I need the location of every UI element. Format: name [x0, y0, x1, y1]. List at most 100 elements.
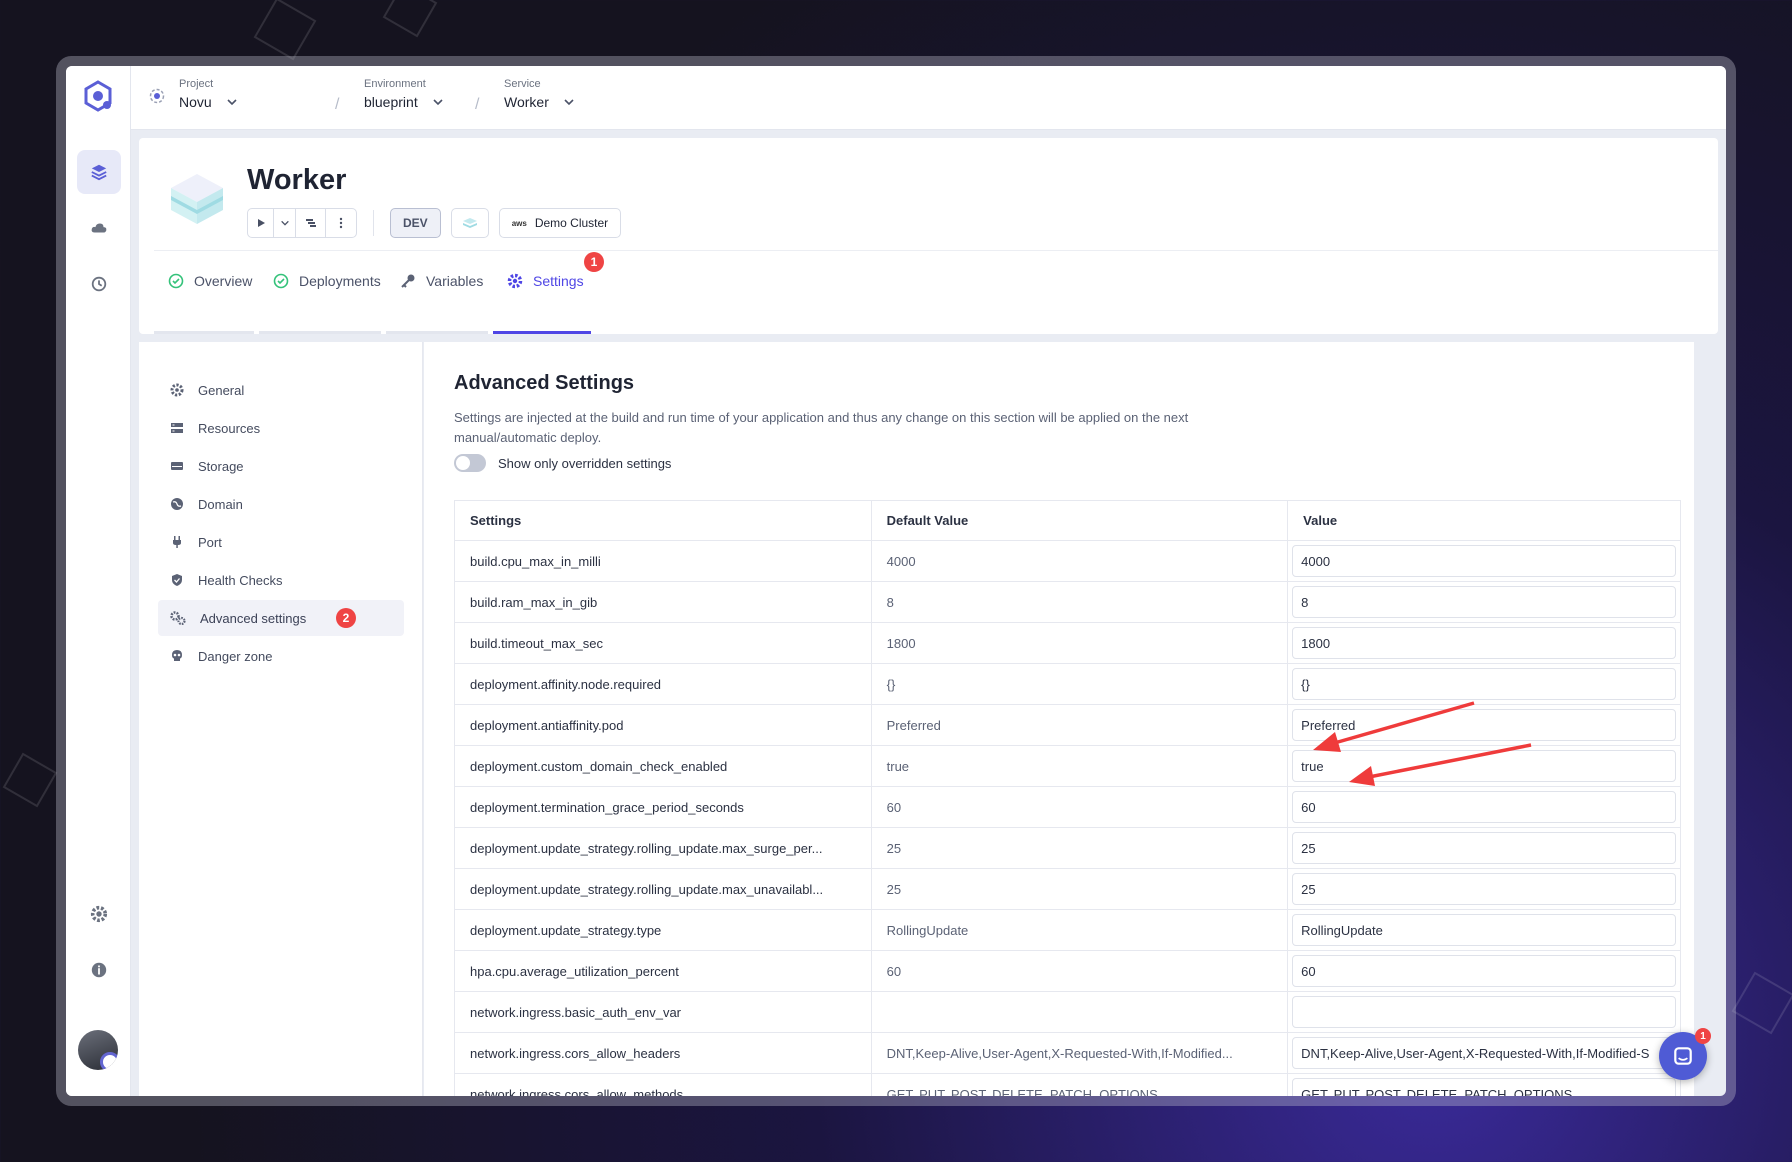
setting-name: network.ingress.cors_allow_headers — [454, 1032, 872, 1074]
sidebar-item-domain[interactable]: Domain — [158, 486, 404, 522]
table-row: network.ingress.cors_allow_methods GET, P… — [454, 1073, 1681, 1096]
tab-settings[interactable]: Settings — [493, 251, 598, 311]
breadcrumb-project-label: Project — [179, 78, 214, 90]
setting-value-input[interactable]: GET, PUT, POST, DELETE, PATCH, OPTIONS — [1292, 1078, 1676, 1096]
tab-underline — [259, 331, 381, 334]
setting-default-value: true — [870, 745, 1289, 787]
setting-name: network.ingress.cors_allow_methods — [454, 1073, 872, 1096]
rail-settings-button[interactable] — [77, 892, 121, 936]
sidebar-item-general[interactable]: General — [158, 372, 404, 408]
sidebar-item-advanced-settings[interactable]: Advanced settings — [158, 600, 404, 636]
sidebar-item-danger-zone[interactable]: Danger zone — [158, 638, 404, 674]
cluster-label: Demo Cluster — [534, 216, 609, 230]
gear-icon — [90, 905, 108, 923]
tab-overview[interactable]: Overview — [154, 251, 266, 311]
sidebar-item-storage[interactable]: Storage — [158, 448, 404, 484]
breadcrumb-environment[interactable]: Environment blueprint — [364, 78, 444, 110]
chevron-down-icon — [564, 99, 574, 106]
setting-value-input[interactable]: {} — [1292, 668, 1676, 700]
tab-deployments[interactable]: Deployments — [259, 251, 395, 311]
setting-name: deployment.custom_domain_check_enabled — [454, 745, 872, 787]
play-icon — [257, 219, 265, 227]
table-row: deployment.termination_grace_period_seco… — [454, 786, 1681, 828]
section-description: Settings are injected at the build and r… — [454, 410, 1189, 445]
tab-overview-label: Overview — [194, 273, 253, 289]
deploy-button[interactable] — [248, 209, 274, 237]
sidebar-item-label: Advanced settings — [200, 610, 307, 626]
setting-value-input[interactable]: DNT,Keep-Alive,User-Agent,X-Requested-Wi… — [1292, 1037, 1676, 1069]
environment-badge[interactable]: DEV — [390, 208, 441, 238]
breadcrumb-project[interactable]: Project Novu — [179, 78, 238, 110]
table-header-row: Settings Default Value Value — [454, 500, 1681, 541]
setting-default-value: 8 — [870, 581, 1289, 623]
cluster-chip[interactable]: aws Demo Cluster — [498, 208, 622, 238]
rail-info-button[interactable] — [77, 948, 121, 992]
setting-name: build.ram_max_in_gib — [454, 581, 872, 623]
git-provider-chip[interactable] — [450, 208, 489, 238]
show-overridden-toggle[interactable] — [454, 454, 486, 472]
table-row: deployment.affinity.node.required{}{} — [454, 663, 1681, 705]
settings-sidebar: General Resources Storage Domain Port He… — [139, 342, 423, 1096]
table-row: build.timeout_max_sec 1800 1800 — [454, 622, 1681, 664]
setting-name: deployment.termination_grace_period_seco… — [454, 786, 872, 828]
rail-services-button[interactable] — [77, 150, 121, 194]
toggle-label: Show only overridden settings — [498, 455, 672, 471]
setting-value-input[interactable] — [1292, 996, 1676, 1028]
setting-name: network.ingress.basic_auth_env_var — [454, 991, 872, 1033]
setting-value-input[interactable]: 25 — [1292, 832, 1676, 864]
sidebar-item-label: Resources — [198, 420, 261, 436]
setting-default-value: RollingUpdate — [870, 909, 1289, 951]
user-avatar[interactable] — [78, 1030, 118, 1070]
service-tabs: Overview Deployments Variables Settings … — [154, 250, 1718, 334]
chat-badge: 1 — [1695, 1028, 1711, 1044]
setting-value-cell: 25 — [1287, 868, 1681, 910]
logs-button[interactable] — [296, 209, 326, 237]
service-actions: DEV aws Demo Cluster — [247, 208, 631, 238]
setting-default-value: {} — [870, 663, 1289, 705]
setting-value-input[interactable]: 4000 — [1292, 545, 1676, 577]
key-icon — [401, 274, 415, 288]
column-header-value: Value — [1287, 500, 1681, 541]
table-row: deployment.update_strategy.type RollingUp… — [454, 909, 1681, 951]
more-vertical-icon — [339, 217, 343, 229]
annotation-arrow — [1349, 743, 1532, 786]
breadcrumb-environment-label: Environment — [364, 78, 426, 90]
override-toggle-row: Show only overridden settings — [454, 454, 671, 472]
setting-name: build.cpu_max_in_milli — [454, 540, 872, 582]
setting-value-input[interactable]: 8 — [1292, 586, 1676, 618]
breadcrumb-service[interactable]: Service Worker — [504, 78, 575, 110]
skull-icon — [172, 650, 182, 661]
setting-value-input[interactable]: 60 — [1292, 791, 1676, 823]
tab-variables[interactable]: Variables — [386, 251, 497, 311]
chevron-down-icon — [227, 99, 237, 106]
sidebar-item-label: General — [198, 382, 245, 398]
setting-value-input[interactable]: 1800 — [1292, 627, 1676, 659]
tab-settings-underline — [493, 331, 591, 334]
setting-value-cell: 4000 — [1287, 540, 1681, 582]
support-chat-button[interactable]: 1 — [1659, 1028, 1711, 1080]
gear-icon — [507, 273, 523, 289]
sidebar-item-health-checks[interactable]: Health Checks — [158, 562, 404, 598]
setting-name: deployment.update_strategy.type — [454, 909, 872, 951]
deploy-options-dropdown[interactable] — [274, 209, 296, 237]
service-header: Worker DEV aws Demo Cluster Overview Dep… — [139, 138, 1718, 334]
setting-value-cell: 25 — [1287, 827, 1681, 869]
sidebar-item-resources[interactable]: Resources — [158, 410, 404, 446]
top-bar: Project Novu / Environment blueprint / S… — [131, 66, 1726, 130]
rail-history-button[interactable] — [77, 262, 121, 306]
setting-default-value: 25 — [870, 827, 1289, 869]
rail-cloud-button[interactable] — [77, 206, 121, 250]
more-options-button[interactable] — [326, 209, 356, 237]
check-circle-icon — [168, 273, 184, 289]
table-row: build.ram_max_in_gib 8 8 — [454, 581, 1681, 623]
setting-value-cell: DNT,Keep-Alive,User-Agent,X-Requested-Wi… — [1287, 1032, 1681, 1074]
action-button-group — [247, 208, 357, 238]
setting-value-input[interactable]: 60 — [1292, 955, 1676, 987]
setting-value-input[interactable]: RollingUpdate — [1292, 914, 1676, 946]
table-row: deployment.update_strategy.rolling_updat… — [454, 827, 1681, 869]
sidebar-item-port[interactable]: Port — [158, 524, 404, 560]
gear-icon — [170, 383, 184, 397]
chevron-down-icon — [433, 99, 443, 106]
setting-name: deployment.update_strategy.rolling_updat… — [454, 827, 872, 869]
setting-value-input[interactable]: 25 — [1292, 873, 1676, 905]
